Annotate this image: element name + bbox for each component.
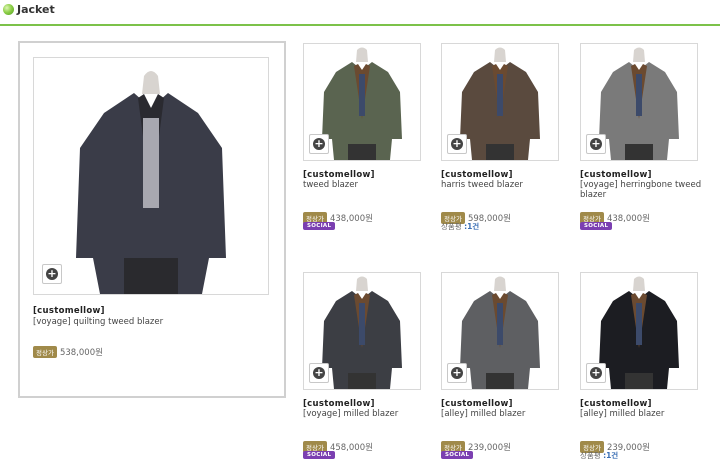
product-name[interactable]: [voyage] herringbone tweed blazer — [580, 180, 710, 200]
zoom-button[interactable]: + — [586, 134, 606, 154]
zoom-icon: + — [590, 366, 602, 379]
zoom-button[interactable]: + — [586, 363, 606, 383]
review-label: 상품평 — [441, 222, 462, 231]
review-count[interactable]: 상품평 :1건 — [580, 450, 618, 461]
review-label: 상품평 — [580, 451, 601, 460]
product-price-row: 정상가 458,000원 — [303, 436, 373, 453]
review-value: :1건 — [464, 222, 480, 231]
product-brand: [customellow] — [441, 399, 513, 409]
featured-price: 538,000원 — [59, 347, 103, 358]
social-badge: SOCIAL — [303, 222, 336, 230]
featured-name[interactable]: [voyage] quilting tweed blazer — [33, 317, 273, 327]
product-price-row: 정상가 239,000원 — [580, 436, 650, 453]
product-price: 458,000원 — [329, 442, 373, 453]
social-badge: SOCIAL — [303, 451, 336, 459]
zoom-icon: + — [46, 267, 58, 280]
product-price: 239,000원 — [467, 442, 511, 453]
bullet-icon — [3, 4, 14, 15]
product-name[interactable]: [alley] milled blazer — [580, 409, 710, 419]
section-header: Jacket — [0, 0, 720, 26]
zoom-icon: + — [313, 137, 325, 150]
product-name[interactable]: [alley] milled blazer — [441, 409, 571, 419]
product-image[interactable]: + — [441, 272, 559, 390]
section-title: Jacket — [17, 3, 55, 16]
featured-brand: [customellow] — [33, 306, 105, 316]
featured-price-row: 정상가 538,000원 — [33, 341, 103, 358]
product-price-row: 정상가 438,000원 — [580, 207, 650, 224]
product-name[interactable]: harris tweed blazer — [441, 180, 571, 190]
product-brand: [customellow] — [303, 170, 375, 180]
product-price-row: 정상가 438,000원 — [303, 207, 373, 224]
zoom-icon: + — [590, 137, 602, 150]
product-image[interactable]: + — [441, 43, 559, 161]
zoom-button[interactable]: + — [42, 264, 62, 284]
product-card[interactable]: + [customellow] [alley] milled blazer 정상가 23… — [580, 272, 710, 460]
product-brand: [customellow] — [441, 170, 513, 180]
product-price-row: 정상가 598,000원 — [441, 207, 511, 224]
review-count[interactable]: 상품평 :1건 — [441, 221, 479, 232]
product-image[interactable]: + — [580, 272, 698, 390]
product-card[interactable]: + [customellow] [voyage] herringbone tweed… — [580, 43, 710, 230]
price-tag: 정상가 — [33, 345, 57, 358]
product-card[interactable]: + [customellow] tweed blazer 정상가 438,000원 SOC… — [303, 43, 433, 230]
product-brand: [customellow] — [303, 399, 375, 409]
product-price-row: 정상가 239,000원 — [441, 436, 511, 453]
product-price: 438,000원 — [606, 213, 650, 224]
featured-product[interactable]: + [customellow] [voyage] quilting tweed … — [18, 41, 286, 398]
product-price: 438,000원 — [329, 213, 373, 224]
product-card[interactable]: + [customellow] [alley] milled blazer 정상가 23… — [441, 272, 571, 459]
zoom-button[interactable]: + — [309, 363, 329, 383]
product-name[interactable]: [voyage] milled blazer — [303, 409, 433, 419]
product-name[interactable]: tweed blazer — [303, 180, 433, 190]
zoom-icon: + — [313, 366, 325, 379]
product-card[interactable]: + [customellow] harris tweed blazer 정상가 598,… — [441, 43, 571, 231]
featured-product-image[interactable]: + — [33, 57, 269, 295]
social-badge: SOCIAL — [580, 222, 613, 230]
zoom-icon: + — [451, 137, 463, 150]
zoom-button[interactable]: + — [447, 134, 467, 154]
product-image[interactable]: + — [303, 43, 421, 161]
zoom-icon: + — [451, 366, 463, 379]
product-brand: [customellow] — [580, 399, 652, 409]
social-badge: SOCIAL — [441, 451, 474, 459]
zoom-button[interactable]: + — [447, 363, 467, 383]
product-image[interactable]: + — [303, 272, 421, 390]
product-card[interactable]: + [customellow] [voyage] milled blazer 정상가 4… — [303, 272, 433, 459]
zoom-button[interactable]: + — [309, 134, 329, 154]
review-value: :1건 — [603, 451, 619, 460]
product-image[interactable]: + — [580, 43, 698, 161]
product-brand: [customellow] — [580, 170, 652, 180]
jacket-image — [34, 58, 268, 294]
